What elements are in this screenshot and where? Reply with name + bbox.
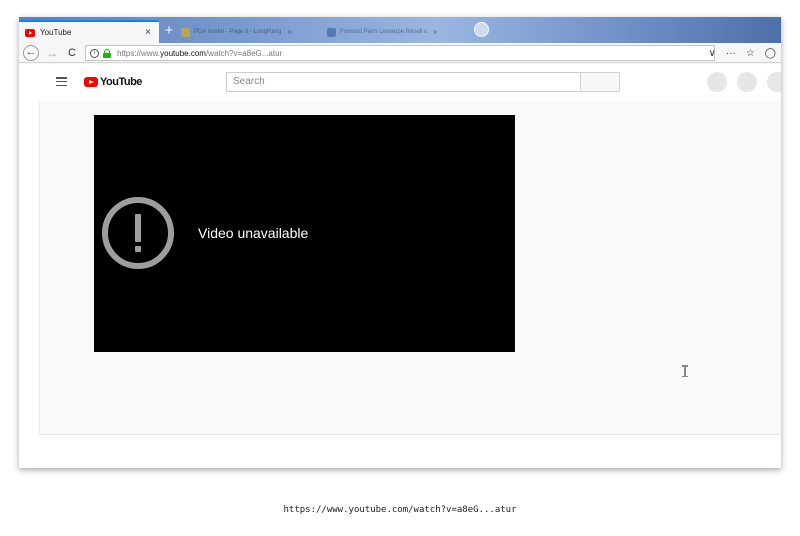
shield-icon[interactable]: ◯ — [765, 48, 776, 59]
forward-button[interactable]: → — [43, 44, 61, 62]
tab-pda-model[interactable]: PDA model - Page 8 - LongRang × — [181, 23, 292, 41]
info-icon[interactable]: i — [90, 48, 99, 58]
youtube-body: Video unavailable — [39, 101, 781, 435]
page-actions-icon[interactable]: ··· — [726, 48, 736, 59]
youtube-logo[interactable]: YouTube — [84, 76, 142, 88]
tab-strip: YouTube × + PDA model - Page 8 - LongRan… — [19, 17, 781, 43]
reload-button[interactable]: C — [63, 44, 81, 62]
toolbar-actions: ∨ ··· ☆ ◯ — [704, 43, 782, 63]
bookmark-star-icon[interactable]: ☆ — [746, 48, 755, 59]
search-button[interactable] — [580, 72, 620, 92]
video-player[interactable]: Video unavailable — [94, 115, 515, 352]
youtube-play-icon — [84, 77, 98, 87]
page: YouTube × + PDA model - Page 8 - LongRan… — [0, 0, 800, 536]
header-circle-icon[interactable] — [767, 72, 781, 92]
tab-forward-parts[interactable]: Forward Parts Lineaupe Resell c × — [327, 23, 438, 41]
header-circle-icon[interactable] — [707, 72, 727, 92]
text-cursor-icon — [682, 365, 688, 377]
header-circle-icon[interactable] — [737, 72, 757, 92]
tab-title: Forward Parts Lineaupe Resell c — [340, 29, 428, 35]
error-exclamation-icon — [102, 197, 174, 269]
youtube-header: YouTube Search — [19, 64, 781, 101]
tab-close-icon[interactable]: × — [287, 28, 292, 37]
url-text[interactable]: https://www.youtube.com/watch?v=a8eG...a… — [117, 49, 282, 58]
youtube-logo-text: YouTube — [100, 76, 142, 88]
tab-close-icon[interactable]: × — [433, 28, 438, 37]
new-tab-button[interactable]: + — [160, 21, 178, 41]
url-dropdown-icon[interactable]: ∨ — [709, 48, 716, 59]
extension-icon[interactable] — [474, 22, 489, 37]
youtube-favicon-icon — [25, 28, 35, 37]
tab-youtube[interactable]: YouTube × — [19, 20, 159, 43]
search-input[interactable]: Search — [226, 72, 581, 92]
tab-favicon-icon — [327, 27, 336, 37]
url-path: /watch?v=a8eG...atur — [205, 48, 283, 58]
url-domain: youtube.com — [160, 48, 206, 58]
tab-title: YouTube — [40, 28, 72, 37]
navigation-bar: ← → C i https://www.youtube.com/watch?v=… — [19, 43, 781, 63]
lock-icon[interactable] — [103, 48, 111, 58]
browser-window: YouTube × + PDA model - Page 8 - LongRan… — [19, 17, 781, 468]
back-button[interactable]: ← — [23, 44, 39, 61]
url-bar[interactable]: i https://www.youtube.com/watch?v=a8eG..… — [85, 45, 715, 61]
menu-icon[interactable] — [56, 77, 67, 86]
tab-favicon-icon — [181, 27, 190, 37]
url-caption: https://www.youtube.com/watch?v=a8eG...a… — [283, 505, 517, 515]
tab-title: PDA model - Page 8 - LongRang — [194, 29, 282, 35]
tab-close-icon[interactable]: × — [141, 27, 155, 38]
page-content: YouTube Search Video unavailable — [19, 64, 781, 468]
video-unavailable-message: Video unavailable — [198, 225, 309, 241]
url-prefix: https://www. — [117, 48, 161, 58]
